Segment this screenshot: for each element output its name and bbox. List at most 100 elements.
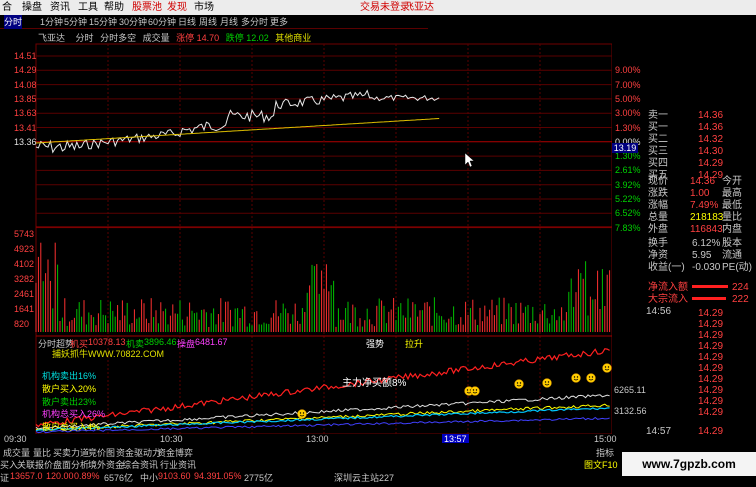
tick-price: 14.29 <box>698 352 724 363</box>
tab-multi-intraday[interactable]: 多分时 <box>241 15 268 29</box>
stat-label: 换手 <box>648 238 668 249</box>
status-index-amount: 6576亿 <box>104 473 134 483</box>
retail-buy-label: 散户买入20% <box>42 384 97 394</box>
tab-monthly[interactable]: 月线 <box>220 15 238 29</box>
stat-value: -0.030 <box>692 262 721 273</box>
current-price-tag: 13.19 <box>612 143 638 153</box>
tick-row: 14.29 <box>642 352 756 363</box>
menu-item-home[interactable]: 合 <box>2 0 12 15</box>
tab-30min[interactable]: 30分钟 <box>119 15 147 29</box>
price-tick-label: 14.51 <box>14 51 37 61</box>
smiley-icon <box>514 379 524 389</box>
indicator-buy-value: 10378.13 <box>88 337 126 347</box>
order-level-price: 14.32 <box>698 134 724 145</box>
btab2-foreign[interactable]: 境外资金 <box>88 458 124 471</box>
btab2-analysis[interactable]: 盘面分析 <box>53 458 89 471</box>
tick-price: 14.29 <box>698 396 724 407</box>
menu-stock-name: 飞亚达 <box>404 2 434 13</box>
indicator-sell-value: 3896.46 <box>144 337 177 347</box>
smiley-markers <box>297 363 612 419</box>
stat-tag: 最低 <box>722 200 742 211</box>
stat-row: 涨跌 1.00 最高 <box>642 188 756 199</box>
stat-tag: PE(动) <box>722 262 752 273</box>
subheader-vol-label: 成交量 <box>142 33 170 43</box>
tab-5min[interactable]: 5分钟 <box>64 15 87 29</box>
tab-weekly[interactable]: 周线 <box>199 15 217 29</box>
btab2-industry[interactable]: 行业资讯 <box>160 458 196 471</box>
btab2-related[interactable]: 关联报价 <box>17 458 53 471</box>
industry-label: 其他商业 <box>275 33 312 43</box>
percent-tick-label: 5.00% <box>615 93 641 104</box>
stat-value: 6.12% <box>692 238 721 249</box>
flow-row: 大宗流入 222 <box>642 294 756 305</box>
status-sme-change: 94.39 <box>194 471 217 481</box>
retail-total-buy-label: 散户总买入4% <box>42 422 101 432</box>
subheader-stock: 飞亚达 <box>38 33 66 43</box>
tab-1min[interactable]: 1分钟 <box>40 15 63 29</box>
menu-item-stockpool[interactable]: 股票池 <box>132 0 162 15</box>
menu-item-market[interactable]: 市场 <box>194 0 214 15</box>
menu-item-tools[interactable]: 工具 <box>78 0 98 15</box>
percent-tick-label: 6.52% <box>615 208 641 219</box>
order-level-label: 卖一 <box>648 110 668 121</box>
main-force-label: 主力净买额8% <box>342 378 407 389</box>
chart-frame <box>35 43 613 435</box>
order-level-label: 买三 <box>648 146 668 157</box>
tab-daily[interactable]: 日线 <box>178 15 196 29</box>
stat-row: 总量 218183 量比 <box>642 212 756 223</box>
percent-tick-label: 1.30% <box>615 122 641 133</box>
menu-item-trade[interactable]: 操盘 <box>22 0 42 15</box>
btab2-news[interactable]: 综合资讯 <box>122 458 158 471</box>
volume-tick-label: 4923 <box>14 244 35 254</box>
stat-label: 涨幅 <box>648 200 668 211</box>
tick-row: 14.29 <box>642 330 756 341</box>
price-gridlines <box>36 55 612 229</box>
stat-value: 14.36 <box>690 176 716 187</box>
btab2-buy[interactable]: 买入 <box>0 458 18 471</box>
order-level-price: 14.36 <box>698 110 724 121</box>
volume-tick-label: 1641 <box>14 304 35 314</box>
tick-price: 14.29 <box>698 330 724 341</box>
subheader-tab-intraday[interactable]: 分时 <box>76 33 94 43</box>
status-index-change: 120.00 <box>46 471 74 481</box>
menu-item-help[interactable]: 帮助 <box>104 0 124 15</box>
smiley-icon <box>297 409 307 419</box>
percent-tick-label: 7.83% <box>615 222 641 233</box>
tab-15min[interactable]: 15分钟 <box>89 15 117 29</box>
price-tick-label: 13.63 <box>14 108 37 119</box>
btab2-f10[interactable]: 图文F10 <box>584 458 618 471</box>
price-tick-label: 13.41 <box>14 122 37 133</box>
stat-value: 116843 <box>690 224 723 235</box>
period-tabbar: 分时 1分钟 5分钟 15分钟 30分钟 60分钟 日线 周线 月线 多分时 更… <box>0 15 428 29</box>
volume-tick-label: 3282 <box>14 274 35 284</box>
order-book-row: 买四 14.29 <box>642 158 756 169</box>
percent-tick-label: 7.00% <box>615 79 641 90</box>
flow-row: 净流入额 224 <box>642 282 756 293</box>
stat-tag: 今开 <box>722 176 742 187</box>
tick-row: 14.29 <box>642 341 756 352</box>
stat-tag: 最高 <box>722 188 742 199</box>
tab-intraday[interactable]: 分时 <box>4 15 23 29</box>
login-status[interactable]: 交易未登录 <box>360 0 410 15</box>
tab-more[interactable]: 更多 <box>270 15 288 29</box>
volume-tick-label: 820 <box>14 319 30 329</box>
quote-panel: 卖一 14.36 买一 14.36 买二 14.32 买三 14.30 买四 14.29 买五 14.… <box>642 108 756 443</box>
indicator-line-red <box>35 348 610 428</box>
tick-price: 14.29 <box>698 426 724 437</box>
indicator-strong-label: 强势 <box>366 339 385 349</box>
order-level-price: 14.30 <box>698 146 724 157</box>
menu-item-discover[interactable]: 发现 <box>167 0 187 15</box>
percent-tick-label: 9.00% <box>615 65 641 76</box>
stat-value: 218183 <box>690 212 724 223</box>
status-sme-label: 中小 <box>140 473 159 483</box>
tab-60min[interactable]: 60分钟 <box>148 15 176 29</box>
menu-item-news[interactable]: 资讯 <box>50 0 70 15</box>
tick-time: 14:57 <box>646 426 672 437</box>
order-level-label: 买四 <box>648 158 668 169</box>
stat-row: 净资 5.95 流通 <box>642 250 756 261</box>
subheader-tab-longshort[interactable]: 分时多空 <box>100 33 136 43</box>
stat-label: 现价 <box>648 176 668 187</box>
flow-label: 大宗流入 <box>648 294 688 305</box>
price-tick-label: 14.08 <box>14 79 37 90</box>
percent-tick-label: 2.61% <box>615 165 641 176</box>
